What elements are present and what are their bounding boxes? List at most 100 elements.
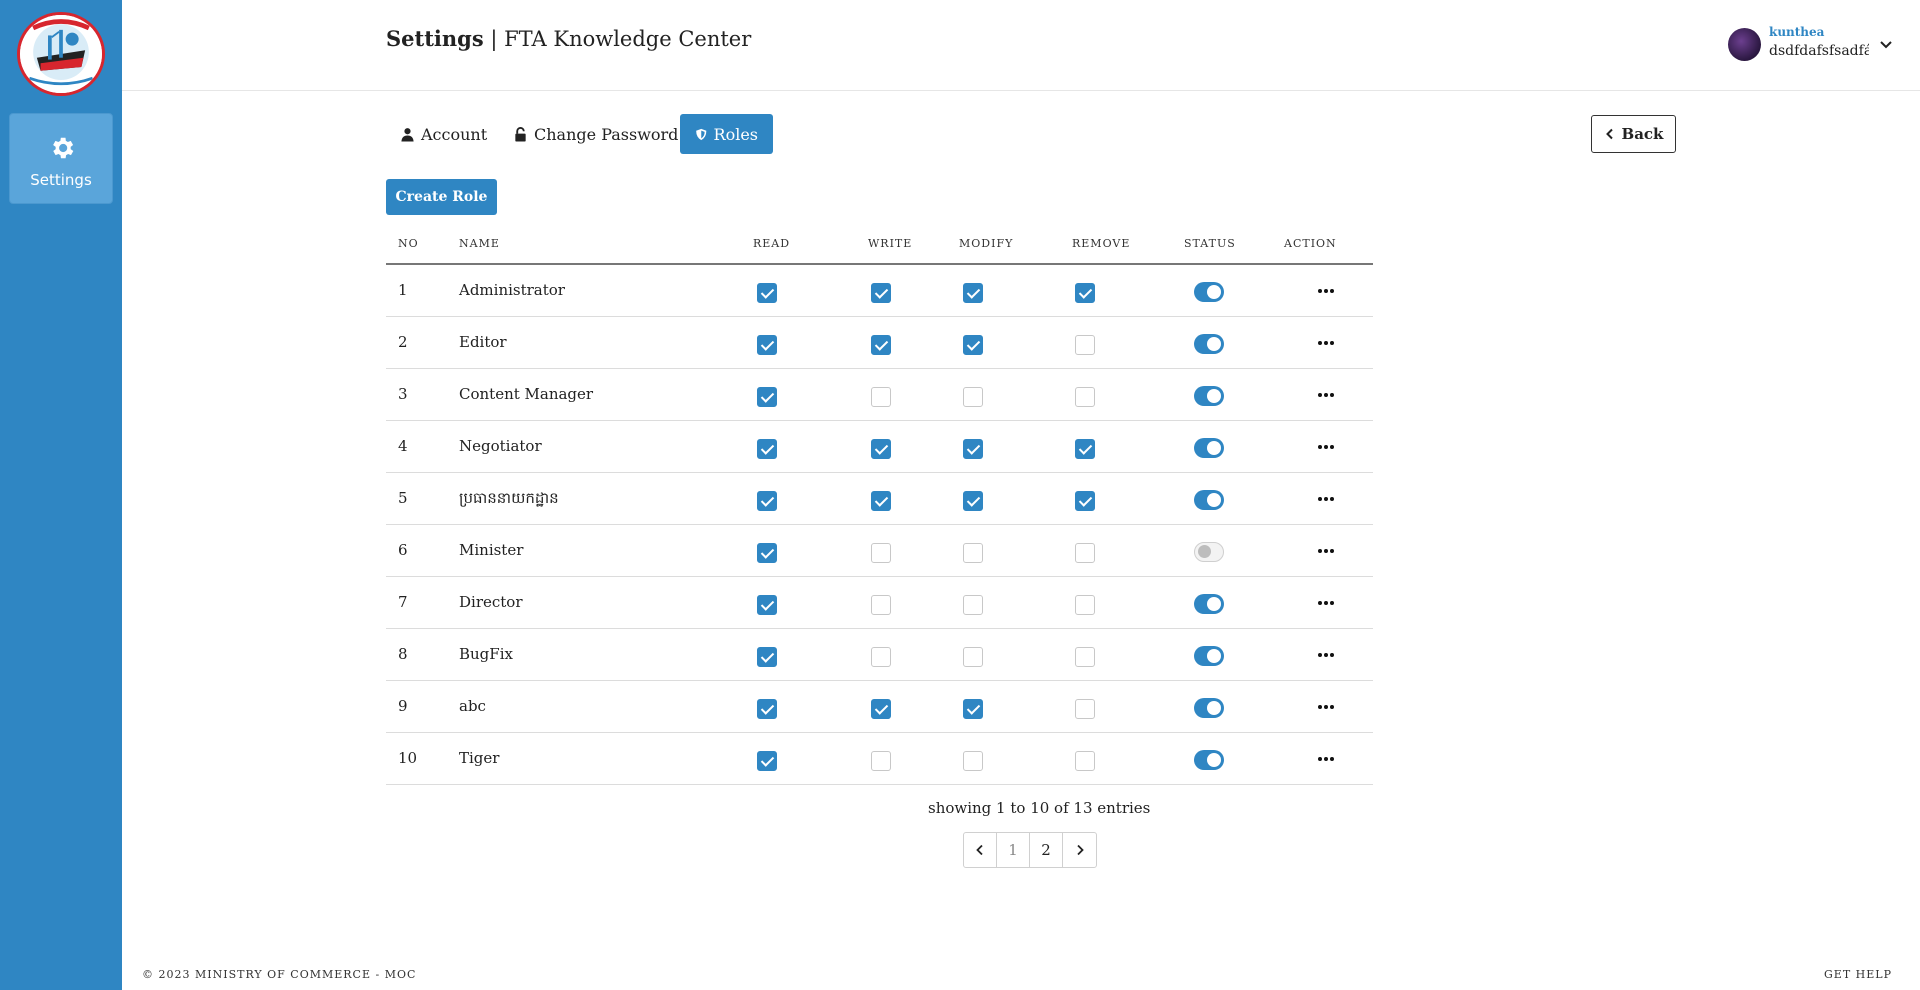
status-toggle[interactable] (1194, 438, 1224, 458)
permission-read-checkbox[interactable] (757, 387, 777, 407)
role-name: Director (459, 593, 523, 611)
row-actions-button[interactable] (1314, 593, 1338, 613)
permission-write-checkbox[interactable] (871, 335, 891, 355)
more-dots-icon (1318, 341, 1322, 345)
get-help-link[interactable]: GET HELP (1824, 968, 1892, 981)
more-dots-icon (1318, 705, 1322, 709)
permission-write-checkbox[interactable] (871, 543, 891, 563)
permission-read-checkbox[interactable] (757, 491, 777, 511)
status-toggle[interactable] (1194, 594, 1224, 614)
row-actions-button[interactable] (1314, 281, 1338, 301)
status-toggle[interactable] (1194, 386, 1224, 406)
page-button-1[interactable]: 1 (997, 833, 1030, 867)
back-button[interactable]: Back (1591, 115, 1676, 153)
permission-modify-checkbox[interactable] (963, 647, 983, 667)
pagination: 1 2 (963, 832, 1097, 868)
permission-remove-checkbox[interactable] (1075, 283, 1095, 303)
row-actions-button[interactable] (1314, 645, 1338, 665)
more-dots-icon (1324, 757, 1328, 761)
chevron-left-icon (976, 844, 983, 856)
column-header-read: READ (753, 237, 791, 250)
permission-remove-checkbox[interactable] (1075, 491, 1095, 511)
permission-write-checkbox[interactable] (871, 751, 891, 771)
status-toggle[interactable] (1194, 334, 1224, 354)
permission-write-checkbox[interactable] (871, 699, 891, 719)
permission-remove-checkbox[interactable] (1075, 595, 1095, 615)
permission-write-checkbox[interactable] (871, 387, 891, 407)
chevron-right-icon (1076, 844, 1084, 856)
sidebar: Settings (0, 0, 122, 990)
page-button-2[interactable]: 2 (1030, 833, 1063, 867)
permission-read-checkbox[interactable] (757, 699, 777, 719)
permission-modify-checkbox[interactable] (963, 335, 983, 355)
more-dots-icon (1324, 653, 1328, 657)
create-role-button[interactable]: Create Role (386, 179, 497, 215)
table-row: 5 ប្រធាននាយកដ្ឋាន (386, 473, 1373, 525)
more-dots-icon (1330, 497, 1334, 501)
next-page-button[interactable] (1063, 833, 1096, 867)
permission-read-checkbox[interactable] (757, 595, 777, 615)
page-title: Settings | FTA Knowledge Center (386, 26, 751, 51)
row-actions-button[interactable] (1314, 489, 1338, 509)
table-row: 4 Negotiator (386, 421, 1373, 473)
permission-modify-checkbox[interactable] (963, 543, 983, 563)
permission-read-checkbox[interactable] (757, 543, 777, 563)
permission-modify-checkbox[interactable] (963, 387, 983, 407)
permission-modify-checkbox[interactable] (963, 751, 983, 771)
permission-remove-checkbox[interactable] (1075, 439, 1095, 459)
role-name: abc (459, 697, 486, 715)
sidebar-item-settings[interactable]: Settings (9, 113, 113, 204)
tab-roles[interactable]: Roles (680, 114, 773, 154)
permission-read-checkbox[interactable] (757, 751, 777, 771)
permission-remove-checkbox[interactable] (1075, 699, 1095, 719)
permission-modify-checkbox[interactable] (963, 283, 983, 303)
permission-read-checkbox[interactable] (757, 647, 777, 667)
row-actions-button[interactable] (1314, 541, 1338, 561)
role-name: Editor (459, 333, 507, 351)
role-name: BugFix (459, 645, 513, 663)
permission-remove-checkbox[interactable] (1075, 751, 1095, 771)
column-header-modify: MODIFY (959, 237, 1014, 250)
permission-write-checkbox[interactable] (871, 647, 891, 667)
permission-write-checkbox[interactable] (871, 283, 891, 303)
row-actions-button[interactable] (1314, 437, 1338, 457)
row-actions-button[interactable] (1314, 333, 1338, 353)
permission-remove-checkbox[interactable] (1075, 647, 1095, 667)
status-toggle[interactable] (1194, 490, 1224, 510)
role-number: 5 (398, 489, 408, 507)
permission-read-checkbox[interactable] (757, 335, 777, 355)
permission-write-checkbox[interactable] (871, 595, 891, 615)
table-row: 7 Director (386, 577, 1373, 629)
permission-remove-checkbox[interactable] (1075, 335, 1095, 355)
user-menu[interactable]: kunthea dsdfdafsfsadfás (1728, 22, 1898, 66)
row-actions-button[interactable] (1314, 385, 1338, 405)
more-dots-icon (1330, 601, 1334, 605)
permission-read-checkbox[interactable] (757, 283, 777, 303)
status-toggle[interactable] (1194, 646, 1224, 666)
permission-modify-checkbox[interactable] (963, 699, 983, 719)
permission-remove-checkbox[interactable] (1075, 543, 1095, 563)
user-email: dsdfdafsfsadfás (1769, 43, 1869, 59)
permission-write-checkbox[interactable] (871, 439, 891, 459)
more-dots-icon (1318, 445, 1322, 449)
row-actions-button[interactable] (1314, 697, 1338, 717)
permission-remove-checkbox[interactable] (1075, 387, 1095, 407)
status-toggle[interactable] (1194, 282, 1224, 302)
permission-write-checkbox[interactable] (871, 491, 891, 511)
status-toggle[interactable] (1194, 750, 1224, 770)
role-name: ប្រធាននាយកដ្ឋាន (459, 489, 559, 507)
tab-change-password[interactable]: Change Password (503, 114, 688, 154)
prev-page-button[interactable] (964, 833, 997, 867)
tab-account[interactable]: Account (390, 114, 497, 154)
row-actions-button[interactable] (1314, 749, 1338, 769)
status-toggle[interactable] (1194, 542, 1224, 562)
permission-modify-checkbox[interactable] (963, 595, 983, 615)
permission-read-checkbox[interactable] (757, 439, 777, 459)
ministry-logo[interactable] (17, 12, 105, 96)
role-number: 6 (398, 541, 408, 559)
permission-modify-checkbox[interactable] (963, 491, 983, 511)
back-button-label: Back (1621, 125, 1664, 143)
chevron-down-icon[interactable] (1878, 36, 1894, 52)
status-toggle[interactable] (1194, 698, 1224, 718)
permission-modify-checkbox[interactable] (963, 439, 983, 459)
